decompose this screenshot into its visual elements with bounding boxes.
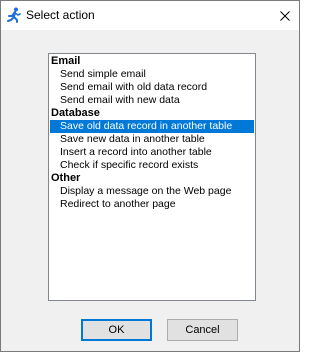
group-header-email: Email xyxy=(51,55,81,67)
running-man-icon xyxy=(6,7,22,23)
cancel-button[interactable]: Cancel xyxy=(167,319,238,341)
list-item-insert-record[interactable]: Insert a record into another table xyxy=(50,146,254,159)
list-item-redirect-page[interactable]: Redirect to another page xyxy=(50,198,254,211)
list-item-send-email-new-data[interactable]: Send email with new data xyxy=(50,94,254,107)
ok-button[interactable]: OK xyxy=(81,319,152,341)
group-header-database: Database xyxy=(51,107,100,119)
list-item-save-new-data[interactable]: Save new data in another table xyxy=(50,133,254,146)
list-item-check-record-exists[interactable]: Check if specific record exists xyxy=(50,159,254,172)
group-header-other: Other xyxy=(51,172,81,184)
list-item-display-message[interactable]: Display a message on the Web page xyxy=(50,185,254,198)
list-item-send-email-old-record[interactable]: Send email with old data record xyxy=(50,81,254,94)
close-icon xyxy=(280,11,290,21)
list-item-send-simple-email[interactable]: Send simple email xyxy=(50,68,254,81)
window-title: Select action xyxy=(26,8,95,22)
close-button[interactable] xyxy=(270,1,299,30)
list-item-save-old-record[interactable]: Save old data record in another table xyxy=(50,120,254,133)
action-list[interactable]: Email Send simple email Send email with … xyxy=(48,53,256,301)
title-bar[interactable]: Select action xyxy=(1,1,299,30)
select-action-dialog: Select action Email Send simple email Se… xyxy=(0,0,300,352)
